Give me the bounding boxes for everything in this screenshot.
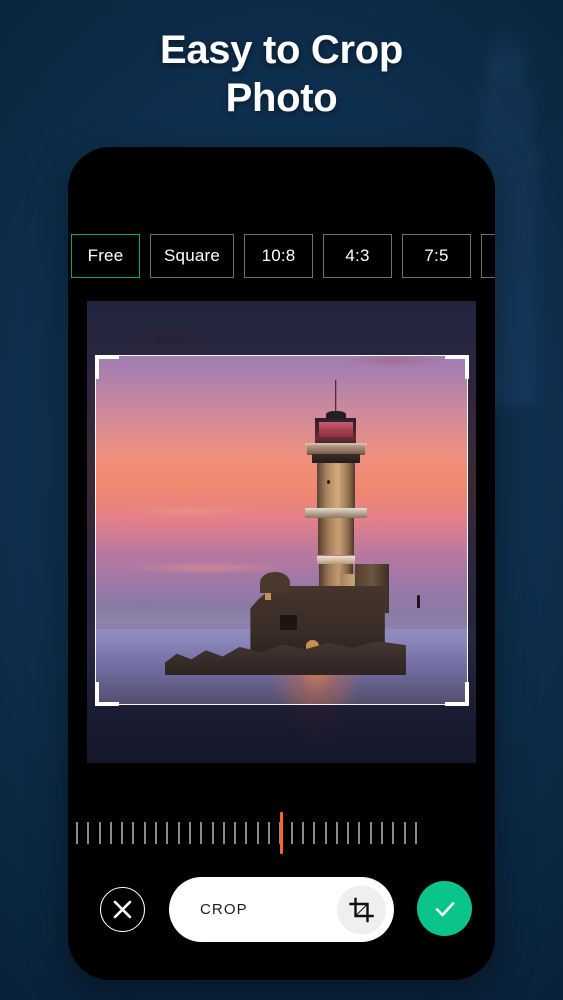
ruler-tick <box>301 822 304 844</box>
ratio-tab-4-3[interactable]: 4:3 <box>323 234 393 278</box>
lighthouse-deck <box>311 454 360 463</box>
ruler-tick <box>335 822 338 844</box>
ruler-tick <box>155 822 158 844</box>
ruler-tick <box>121 822 124 844</box>
ruler-tick <box>76 822 78 844</box>
crop-tool-button[interactable]: CROP <box>169 877 394 942</box>
photo-cloud <box>102 504 274 519</box>
ruler-tick <box>313 822 316 844</box>
ratio-tab-free[interactable]: Free <box>71 234 140 278</box>
ruler-tick <box>98 822 101 844</box>
ratio-tab-label: Free <box>87 246 124 265</box>
photo-person-silhouette <box>416 595 420 608</box>
lighthouse-lamp-glow <box>318 422 354 437</box>
ruler-tick <box>290 822 293 844</box>
source-photo <box>87 301 476 763</box>
close-x-icon <box>113 900 132 919</box>
ruler-tick <box>347 822 350 844</box>
ruler-tick <box>87 822 90 844</box>
crop-dim-right <box>468 355 476 705</box>
ratio-tab-label: 4:3 <box>345 246 370 265</box>
ruler-tick <box>166 822 169 844</box>
ratio-tab-next-partial[interactable] <box>481 234 495 278</box>
crop-canvas[interactable] <box>87 301 476 763</box>
lighthouse-segment <box>317 518 354 556</box>
ruler-tick <box>381 822 384 844</box>
lighthouse-gallery <box>305 508 367 519</box>
crop-dim-top <box>87 301 476 355</box>
ruler-tick <box>143 822 146 844</box>
ruler-tick <box>245 822 248 844</box>
crop-dim-left <box>87 355 95 705</box>
ruler-tick <box>268 822 271 844</box>
ruler-tick <box>234 822 237 844</box>
fortress-lit-window <box>265 593 271 601</box>
check-icon <box>435 901 454 916</box>
ruler-tick <box>256 822 259 844</box>
ruler-tick <box>200 822 203 844</box>
page-title: Easy to Crop Photo <box>0 26 563 122</box>
ratio-tab-label: 7:5 <box>424 246 449 265</box>
fortress-quay <box>355 619 441 648</box>
ratio-tab-label: 10:8 <box>261 246 296 265</box>
rotation-ruler[interactable] <box>68 810 495 856</box>
rotation-ruler-needle[interactable] <box>280 812 283 854</box>
ratio-tab-10-8[interactable]: 10:8 <box>244 234 314 278</box>
ruler-tick <box>211 822 214 844</box>
ruler-tick <box>177 822 180 844</box>
ratio-tab-square[interactable]: Square <box>150 234 235 278</box>
lighthouse-band <box>317 555 355 565</box>
page-title-line-2: Photo <box>225 76 338 120</box>
ruler-tick <box>403 822 406 844</box>
phone-mockup: Free Square 10:8 4:3 7:5 CROP <box>68 147 495 980</box>
ruler-tick <box>188 822 191 844</box>
crop-dim-bottom <box>87 705 476 763</box>
fortress-window <box>280 614 298 631</box>
fortress-turret <box>259 572 290 594</box>
ruler-tick <box>132 822 135 844</box>
lighthouse-segment <box>317 462 355 512</box>
crop-tool-icon <box>349 897 374 922</box>
confirm-button[interactable] <box>417 881 472 936</box>
aspect-ratio-tab-bar: Free Square 10:8 4:3 7:5 <box>68 233 495 279</box>
ruler-tick <box>369 822 372 844</box>
ratio-tab-label: Square <box>164 246 221 265</box>
cancel-button[interactable] <box>100 887 145 932</box>
bottom-toolbar: CROP <box>68 877 495 957</box>
ruler-tick <box>414 822 417 844</box>
crop-tool-label: CROP <box>200 901 248 918</box>
page-title-line-1: Easy to Crop <box>159 28 404 72</box>
ruler-tick <box>324 822 327 844</box>
crop-tool-icon-wrap[interactable] <box>337 885 386 934</box>
ruler-tick <box>358 822 361 844</box>
ruler-tick <box>392 822 395 844</box>
ruler-tick <box>109 822 112 844</box>
ruler-tick <box>222 822 225 844</box>
ratio-tab-7-5[interactable]: 7:5 <box>402 234 472 278</box>
